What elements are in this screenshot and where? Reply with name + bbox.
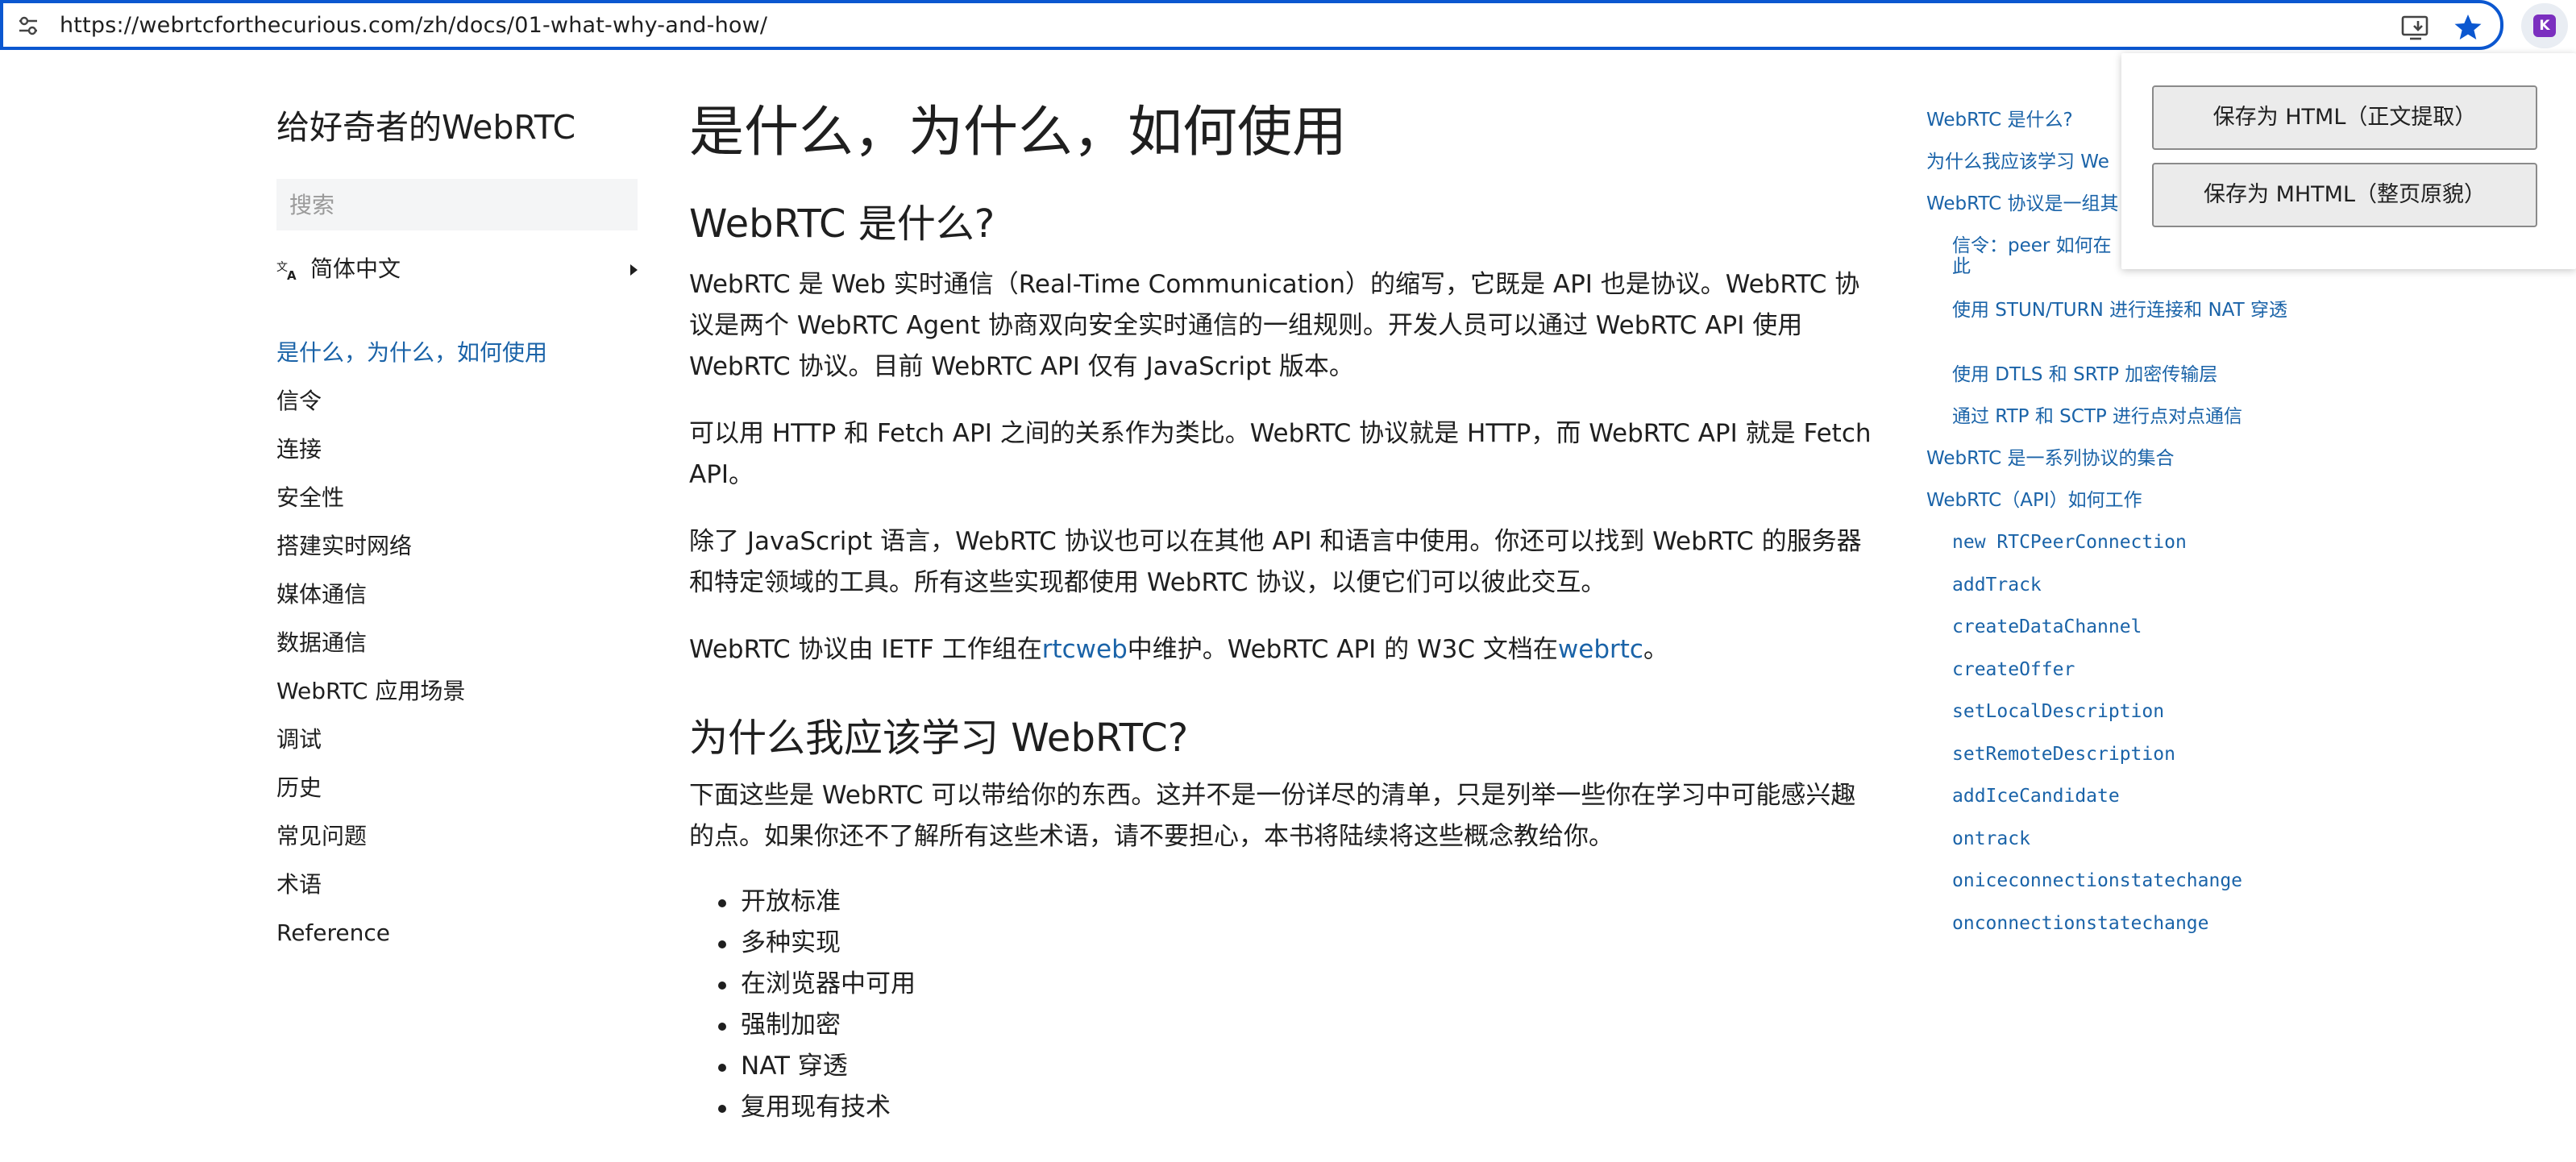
sidebar-item-reference[interactable]: Reference (276, 909, 639, 957)
sidebar-item-what-why-how[interactable]: 是什么，为什么，如何使用 (276, 329, 639, 377)
feature-list: 开放标准 多种实现 在浏览器中可用 强制加密 NAT 穿透 复用现有技术 (689, 882, 1874, 1128)
sidebar-item-media-communication[interactable]: 媒体通信 (276, 571, 639, 619)
toc-item-dtls-srtp[interactable]: 使用 DTLS 和 SRTP 加密传输层 (1952, 363, 2217, 387)
toc-item-onconnectionstatechange[interactable]: onconnectionstatechange (1952, 911, 2209, 936)
docs-sidebar: 给好奇者的WebRTC 文 A 简体中文 是什么，为什么，如何使用 信令 连接 … (276, 105, 639, 946)
sidebar-item-real-time-networking[interactable]: 搭建实时网络 (276, 522, 639, 571)
list-item-text: 在浏览器中可用 (741, 969, 916, 998)
list-item-text: 复用现有技术 (741, 1093, 891, 1122)
save-as-mhtml-button[interactable]: 保存为 MHTML（整页原貌） (2152, 163, 2537, 227)
sidebar-item-connecting[interactable]: 连接 (276, 425, 639, 474)
browser-toolbar: https://webrtcforthecurious.com/zh/docs/… (0, 0, 2576, 53)
list-item-text: 强制加密 (741, 1011, 841, 1040)
toc-item-protocol[interactable]: WebRTC 协议是一组其 (1926, 192, 2119, 216)
paragraph: WebRTC 协议由 IETF 工作组在rtcweb中维护。WebRTC API… (689, 629, 1874, 670)
section-heading-why: 为什么我应该学习 WebRTC? (689, 716, 1189, 761)
toc-item-addicecandidate[interactable]: addIceCandidate (1952, 784, 2120, 808)
toc-item-ontrack[interactable]: ontrack (1952, 827, 2030, 851)
sidebar-item-faq[interactable]: 常见问题 (276, 812, 639, 861)
extension-popup: 保存为 HTML（正文提取） 保存为 MHTML（整页原貌） (2121, 53, 2576, 269)
page-title: 是什么，为什么，如何使用 (689, 101, 1348, 164)
bullet-icon (718, 940, 726, 948)
toc-item-signaling-cont[interactable]: 此 (1952, 255, 1971, 279)
svg-text:A: A (287, 268, 297, 280)
language-label: 简体中文 (310, 255, 401, 282)
bullet-icon (718, 1023, 726, 1031)
list-item-text: NAT 穿透 (741, 1052, 848, 1081)
site-title[interactable]: 给好奇者的WebRTC (276, 105, 639, 150)
paragraph: WebRTC 是 Web 实时通信（Real-Time Communicatio… (689, 270, 1860, 381)
toc-item-new-rtcpeerconnection[interactable]: new RTCPeerConnection (1952, 530, 2187, 554)
toc-item-setremotedescription[interactable]: setRemoteDescription (1952, 742, 2175, 766)
caret-right-icon (630, 264, 638, 276)
language-selector[interactable]: 文 A 简体中文 (276, 251, 639, 287)
toc-item-what[interactable]: WebRTC 是什么? (1926, 108, 2073, 132)
extension-button[interactable]: K (2521, 3, 2568, 48)
sidebar-item-data-communication[interactable]: 数据通信 (276, 619, 639, 667)
list-item-text: 开放标准 (741, 887, 841, 916)
rtcweb-link[interactable]: rtcweb (1042, 635, 1128, 664)
translate-icon: 文 A (276, 261, 297, 280)
url-text[interactable]: https://webrtcforthecurious.com/zh/docs/… (60, 10, 767, 42)
extension-icon: K (2533, 15, 2556, 37)
bullet-icon (718, 899, 726, 907)
toc-item-why[interactable]: 为什么我应该学习 We (1926, 150, 2109, 174)
toc-item-createoffer[interactable]: createOffer (1952, 658, 2075, 682)
sidebar-nav: 是什么，为什么，如何使用 信令 连接 安全性 搭建实时网络 媒体通信 数据通信 … (276, 329, 639, 957)
sidebar-item-debugging[interactable]: 调试 (276, 716, 639, 764)
install-app-icon[interactable] (2400, 13, 2431, 42)
bullet-icon (718, 981, 726, 990)
save-as-html-button[interactable]: 保存为 HTML（正文提取） (2152, 85, 2537, 150)
list-item: 复用现有技术 (689, 1087, 1874, 1128)
toc-item-stun-turn[interactable]: 使用 STUN/TURN 进行连接和 NAT 穿透 (1952, 300, 2307, 322)
paragraph: 可以用 HTTP 和 Fetch API 之间的关系作为类比。WebRTC 协议… (689, 419, 1872, 489)
list-item: 开放标准 (689, 882, 1874, 923)
article-content: 是什么，为什么，如何使用 WebRTC 是什么? WebRTC 是 Web 实时… (689, 97, 1874, 1128)
paragraph: 下面这些是 WebRTC 可以带给你的东西。这并不是一份详尽的清单，只是列举一些… (689, 781, 1856, 851)
toc-item-protocol-set[interactable]: WebRTC 是一系列协议的集合 (1926, 446, 2175, 471)
list-item: 在浏览器中可用 (689, 964, 1874, 1005)
svg-text:文: 文 (276, 261, 288, 274)
toc-item-oniceconnectionstatechange[interactable]: oniceconnectionstatechange (1952, 869, 2242, 893)
toc-item-signaling[interactable]: 信令：peer 如何在 (1952, 234, 2112, 258)
paragraph-text: 。 (1643, 635, 1668, 664)
list-item: 多种实现 (689, 923, 1874, 964)
sidebar-item-glossary[interactable]: 术语 (276, 861, 639, 909)
paragraph-text: WebRTC 协议由 IETF 工作组在 (689, 635, 1042, 664)
sidebar-item-security[interactable]: 安全性 (276, 474, 639, 522)
sidebar-item-history[interactable]: 历史 (276, 764, 639, 812)
sidebar-item-applied-webrtc[interactable]: WebRTC 应用场景 (276, 667, 639, 716)
search-input[interactable] (276, 179, 638, 230)
toc-item-addtrack[interactable]: addTrack (1952, 573, 2042, 597)
toc-item-rtp-sctp[interactable]: 通过 RTP 和 SCTP 进行点对点通信 (1952, 405, 2242, 429)
sidebar-item-signaling[interactable]: 信令 (276, 377, 639, 425)
paragraph: 除了 JavaScript 语言，WebRTC 协议也可以在其他 API 和语言… (689, 527, 1862, 597)
bullet-icon (718, 1105, 726, 1113)
bullet-icon (718, 1064, 726, 1072)
bookmark-star-icon[interactable] (2452, 11, 2484, 44)
toc-item-api-how[interactable]: WebRTC（API）如何工作 (1926, 488, 2142, 513)
address-bar[interactable]: https://webrtcforthecurious.com/zh/docs/… (0, 0, 2503, 50)
toc-item-setlocaldescription[interactable]: setLocalDescription (1952, 699, 2164, 724)
paragraph-text: 中维护。WebRTC API 的 W3C 文档在 (1127, 635, 1558, 664)
site-settings-icon[interactable] (18, 16, 39, 35)
webrtc-link[interactable]: webrtc (1558, 635, 1643, 664)
toc-item-createdatachannel[interactable]: createDataChannel (1952, 615, 2142, 639)
section-heading-what: WebRTC 是什么? (689, 201, 995, 247)
list-item-text: 多种实现 (741, 928, 841, 957)
list-item: NAT 穿透 (689, 1046, 1874, 1087)
list-item: 强制加密 (689, 1005, 1874, 1046)
